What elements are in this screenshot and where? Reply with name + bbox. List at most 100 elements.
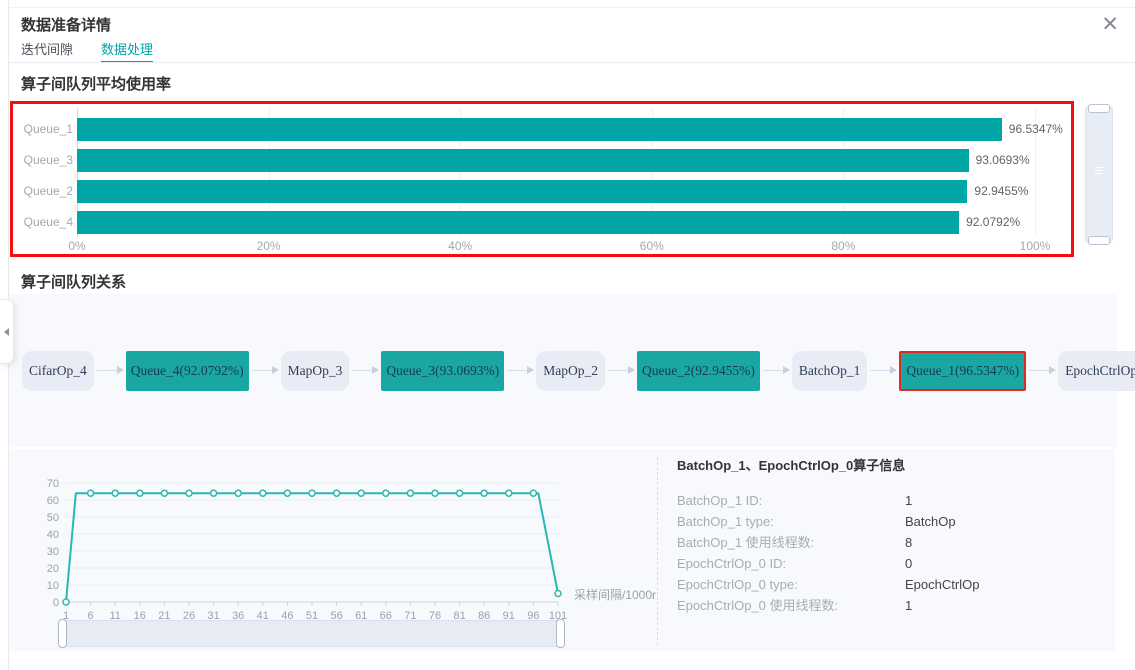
slider-handle-right[interactable] — [556, 619, 565, 648]
tab-bar-divider — [8, 62, 1135, 63]
info-label: EpochCtrlOp_0 ID: — [677, 553, 905, 574]
bar-chart-vertical-zoom-slider[interactable] — [1085, 106, 1113, 243]
slider-handle-top[interactable] — [1088, 104, 1110, 113]
line-chart-data-point — [186, 490, 192, 496]
bar-queue_2[interactable] — [77, 180, 967, 203]
line-chart-data-point — [383, 490, 389, 496]
line-chart-y-tick-label: 10 — [47, 580, 59, 592]
bar-queue_1[interactable] — [77, 118, 1002, 141]
line-chart-y-tick-label: 0 — [53, 597, 59, 609]
line-chart-y-tick-label: 40 — [47, 529, 59, 541]
line-chart-data-point — [112, 490, 118, 496]
line-chart-data-point — [88, 490, 94, 496]
close-icon[interactable]: ✕ — [1101, 14, 1119, 35]
info-row: BatchOp_1 type:BatchOp — [677, 511, 1107, 532]
info-value: 1 — [905, 493, 912, 508]
chevron-left-icon — [4, 328, 9, 336]
flow-arrow-icon — [608, 370, 634, 371]
bar-chart-x-tick-label: 60% — [640, 239, 664, 253]
bar-category-label: Queue_3 — [15, 149, 73, 172]
line-chart-data-point — [407, 490, 413, 496]
bar-chart-x-tick-label: 100% — [1020, 239, 1051, 253]
flow-node-cifarop-4[interactable]: CifarOp_4 — [22, 351, 94, 391]
operator-queue-flow-diagram: CifarOp_4 Queue_4(92.0792%) MapOp_3 Queue_3… — [9, 294, 1117, 447]
line-chart-data-point — [555, 591, 561, 597]
queue-usage-section-title: 算子间队列平均使用率 — [21, 73, 171, 94]
queue-relation-section-title: 算子间队列关系 — [21, 271, 126, 292]
flow-arrow-icon — [1029, 370, 1055, 371]
tab-data-processing[interactable]: 数据处理 — [101, 41, 153, 63]
flow-node-mapop-2[interactable]: MapOp_2 — [536, 351, 605, 391]
bar-value-label: 96.5347% — [1009, 118, 1063, 141]
info-label: EpochCtrlOp_0 使用线程数: — [677, 595, 905, 616]
vertical-dashed-divider — [657, 457, 658, 645]
info-value: EpochCtrlOp — [905, 577, 979, 592]
operator-info-title: BatchOp_1、EpochCtrlOp_0算子信息 — [677, 455, 1107, 474]
bar-category-label: Queue_2 — [15, 180, 73, 203]
bar-value-label: 92.0792% — [966, 211, 1020, 234]
line-chart-data-point — [358, 490, 364, 496]
bar-category-label: Queue_4 — [15, 211, 73, 234]
line-chart-data-point — [137, 490, 143, 496]
line-chart-y-tick-label: 70 — [47, 478, 59, 490]
line-chart-series — [66, 493, 558, 602]
flow-arrow-icon — [870, 370, 896, 371]
flow-arrow-icon — [97, 370, 123, 371]
tab-iteration-gap[interactable]: 迭代间隙 — [21, 41, 73, 63]
info-label: BatchOp_1 ID: — [677, 490, 905, 511]
flow-node-queue-3-93-0693[interactable]: Queue_3(93.0693%) — [381, 351, 504, 391]
info-row: BatchOp_1 ID:1 — [677, 490, 1107, 511]
line-chart-y-tick-label: 20 — [47, 563, 59, 575]
line-chart-data-point — [235, 490, 241, 496]
flow-arrow-icon — [352, 370, 378, 371]
bar-value-label: 93.0693% — [976, 149, 1030, 172]
bottom-detail-panel: 0102030405060701611162126313641465156616… — [9, 449, 1115, 651]
queue-size-line-chart: 0102030405060701611162126313641465156616… — [29, 461, 673, 629]
line-chart-data-point — [432, 490, 438, 496]
bar-chart-x-tick-label: 20% — [257, 239, 281, 253]
bar-chart-x-tick-label: 80% — [831, 239, 855, 253]
flow-arrow-icon — [763, 370, 789, 371]
panel-top-border — [8, 7, 1135, 8]
line-chart-data-point — [211, 490, 217, 496]
flow-node-queue-4-92-0792[interactable]: Queue_4(92.0792%) — [126, 351, 249, 391]
bar-chart-x-tick-label: 0% — [68, 239, 85, 253]
bar-category-label: Queue_1 — [15, 118, 73, 141]
line-chart-zoom-slider[interactable] — [61, 620, 562, 647]
flow-node-epochctrlop-0[interactable]: EpochCtrlOp_0 — [1058, 351, 1135, 391]
info-label: BatchOp_1 使用线程数: — [677, 532, 905, 553]
info-label: EpochCtrlOp_0 type: — [677, 574, 905, 595]
info-row: EpochCtrlOp_0 ID:0 — [677, 553, 1107, 574]
flow-node-mapop-3[interactable]: MapOp_3 — [281, 351, 350, 391]
bar-chart-x-tick-label: 40% — [448, 239, 472, 253]
line-chart-y-tick-label: 30 — [47, 546, 59, 558]
line-chart-data-point — [63, 599, 69, 605]
info-row: EpochCtrlOp_0 使用线程数:1 — [677, 595, 1107, 616]
bar-queue_4[interactable] — [77, 211, 959, 234]
line-chart-y-tick-label: 50 — [47, 512, 59, 524]
flow-arrow-icon — [507, 370, 533, 371]
info-value: 8 — [905, 535, 912, 550]
slider-handle-left[interactable] — [58, 619, 67, 648]
bar-chart-plot-area: 0% 20% 40% 60% 80% 100% Queue_1 96.5347% Queue_3… — [13, 104, 1071, 254]
line-chart-data-point — [457, 490, 463, 496]
flow-node-batchop-1[interactable]: BatchOp_1 — [792, 351, 868, 391]
line-chart-data-point — [309, 490, 315, 496]
sidebar-collapse-handle[interactable] — [0, 299, 14, 364]
line-chart-y-tick-label: 60 — [47, 495, 59, 507]
flow-node-queue-2-92-9455[interactable]: Queue_2(92.9455%) — [637, 351, 760, 391]
slider-handle-bottom[interactable] — [1088, 236, 1110, 245]
info-row: BatchOp_1 使用线程数:8 — [677, 532, 1107, 553]
info-value: BatchOp — [905, 514, 956, 529]
line-chart-data-point — [334, 490, 340, 496]
info-value: 1 — [905, 598, 912, 613]
line-chart-data-point — [530, 490, 536, 496]
line-chart-x-axis-name: 采样间隔/1000r — [574, 587, 656, 602]
flow-node-queue-1-96-5347[interactable]: Queue_1(96.5347%) — [899, 351, 1026, 391]
flow-arrow-icon — [252, 370, 278, 371]
line-chart-data-point — [284, 490, 290, 496]
line-chart-data-point — [506, 490, 512, 496]
line-chart-data-point — [161, 490, 167, 496]
slider-grip-icon — [1095, 170, 1103, 171]
bar-queue_3[interactable] — [77, 149, 969, 172]
